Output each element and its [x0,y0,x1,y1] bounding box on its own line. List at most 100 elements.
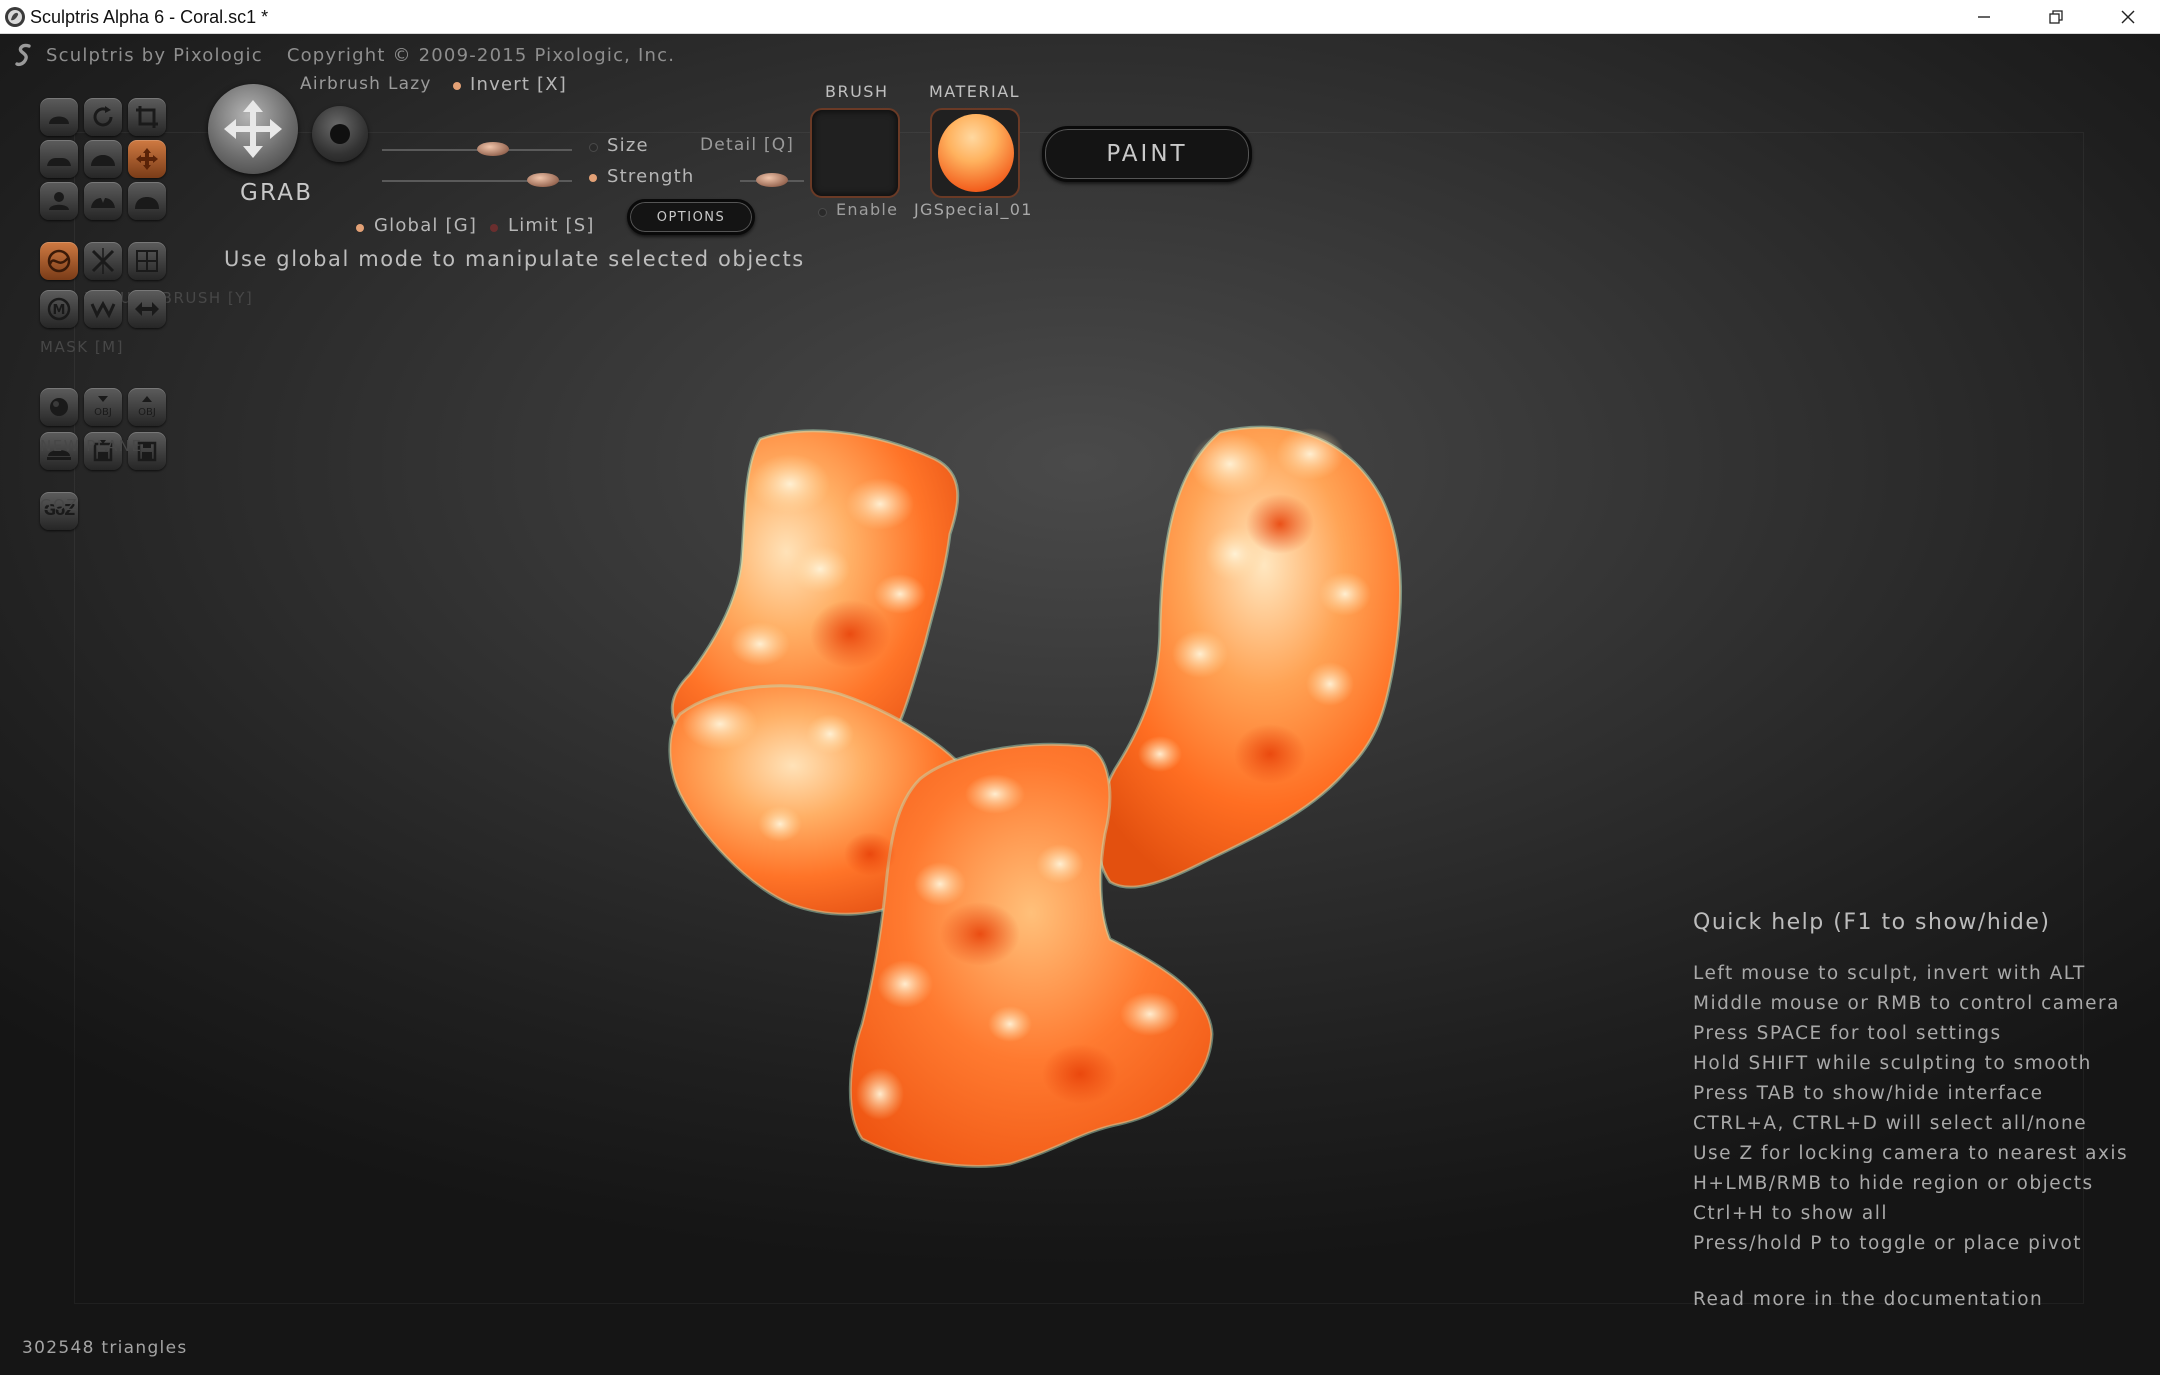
copyright: Copyright © 2009-2015 Pixologic, Inc. [286,44,676,66]
mask-label: MASK [M] [40,338,124,356]
limit-label[interactable]: Limit [S] [508,215,595,236]
quick-help-line: Press TAB to show/hide interface [1693,1083,2044,1104]
detail-knob[interactable] [756,173,788,187]
tool-pinch[interactable] [40,182,78,220]
reduce-brush-icon [47,249,71,273]
window-titlebar: Sculptris Alpha 6 - Coral.sc1 * [0,0,2160,34]
draw-icon [49,116,69,124]
tool-symmetry[interactable] [84,242,122,280]
strength-indicator[interactable] [589,174,597,182]
paint-button[interactable]: PAINT [1042,126,1252,182]
quick-help-line: Hold SHIFT while sculpting to smooth [1693,1053,2092,1074]
brand-bar: Sculptris by Pixologic Copyright © 2009-… [14,40,675,70]
minimize-button[interactable] [1948,0,2020,34]
options-button[interactable]: OPTIONS [627,199,755,235]
flatten-icon [47,158,71,166]
close-button[interactable] [2092,0,2160,34]
sphere-icon [50,398,68,416]
detail-label[interactable]: Detail [Q] [700,135,794,155]
triangle-count: 302548 triangles [22,1338,188,1358]
new-plane-label: NEW PLANE [40,437,143,455]
product-name: Sculptris by Pixologic [46,44,263,66]
size-label[interactable]: Size [607,135,649,156]
size-knob[interactable] [476,142,509,156]
rotate-icon [93,106,113,127]
tool-import-obj[interactable]: OBJ [84,388,122,426]
app-icon [5,7,25,27]
smooth-icon [135,197,159,209]
quick-help-line: Use Z for locking camera to nearest axis [1693,1143,2129,1164]
tool-flatten[interactable] [40,140,78,178]
material-slot[interactable] [930,108,1020,198]
global-indicator[interactable] [356,224,364,232]
quick-help-line: Press SPACE for tool settings [1693,1023,2002,1044]
airbrush-label: Airbrush [300,74,382,94]
quick-help-panel: Quick help (F1 to show/hide) Left mouse … [1693,910,2133,1310]
tool-smooth[interactable] [128,182,166,220]
brush-slot[interactable] [810,108,900,198]
tool-draw[interactable] [40,98,78,136]
move-arrows-icon [224,100,282,158]
size-indicator[interactable] [589,143,598,152]
tool-export-obj[interactable]: OBJ [128,388,166,426]
invert-indicator[interactable] [453,82,461,90]
goz-label: GOZ [40,496,79,514]
minimize-icon [1978,16,1990,18]
quick-help-line: Press/hold P to toggle or place pivot [1693,1233,2083,1254]
tool-inflate[interactable] [84,140,122,178]
tool-wave[interactable] [84,290,122,328]
material-header: MATERIAL [929,82,1021,101]
scale-icon [136,106,158,128]
quick-help-line: H+LMB/RMB to hide region or objects [1693,1173,2094,1194]
lazy-label: Lazy [388,74,432,94]
restore-icon [2049,10,2063,24]
brush-header: BRUSH [825,82,889,101]
wave-icon [90,300,116,319]
brush-enable-label[interactable]: Enable [836,200,898,219]
strength-label[interactable]: Strength [607,166,694,187]
material-sphere-icon [938,114,1014,192]
strength-knob[interactable] [527,173,560,187]
svg-text:M: M [53,303,66,318]
window-title: Sculptris Alpha 6 - Coral.sc1 * [30,7,269,27]
documentation-link[interactable]: Read more in the documentation [1693,1289,2133,1310]
sculptris-logo-icon [15,43,31,67]
tool-grab[interactable] [128,140,166,178]
wireframe-icon [136,250,158,272]
brush-dot-icon [330,124,350,144]
tool-rotate[interactable] [84,98,122,136]
invert-label[interactable]: Invert [X] [470,74,567,95]
svg-text:OBJ: OBJ [138,407,156,418]
crease-icon [91,198,115,208]
pinch-icon [49,192,69,210]
material-name: JGSpecial_01 [914,200,1033,219]
mask-icon: M [47,297,71,321]
options-button-label: OPTIONS [656,209,726,225]
global-label[interactable]: Global [G] [374,215,477,236]
status-message: Use global mode to manipulate selected o… [224,247,805,271]
brush-falloff-toggle[interactable] [312,106,368,162]
quick-help-line: CTRL+A, CTRL+D will select all/none [1693,1113,2088,1134]
tool-mirror[interactable] [128,290,166,328]
close-icon [2121,10,2135,24]
size-slider[interactable] [382,140,572,160]
tool-reduce-brush[interactable] [40,242,78,280]
quick-help-line: Ctrl+H to show all [1693,1203,1888,1224]
import-obj-icon: OBJ [94,396,112,418]
restore-button[interactable] [2020,0,2092,34]
detail-slider[interactable] [740,171,804,191]
current-tool-icon[interactable] [208,84,298,174]
export-obj-icon: OBJ [138,396,156,418]
tool-sphere[interactable] [40,388,78,426]
brush-enable-indicator[interactable] [818,208,827,217]
tool-mask[interactable]: M [40,290,78,328]
tool-crease[interactable] [84,182,122,220]
grab-icon [136,148,158,170]
quick-help-line: Middle mouse or RMB to control camera [1693,993,2120,1014]
tool-scale[interactable] [128,98,166,136]
limit-indicator[interactable] [490,224,498,232]
quick-help-title: Quick help (F1 to show/hide) [1693,910,2051,935]
current-tool-name: GRAB [240,180,314,206]
tool-wireframe[interactable] [128,242,166,280]
strength-slider[interactable] [382,171,572,191]
